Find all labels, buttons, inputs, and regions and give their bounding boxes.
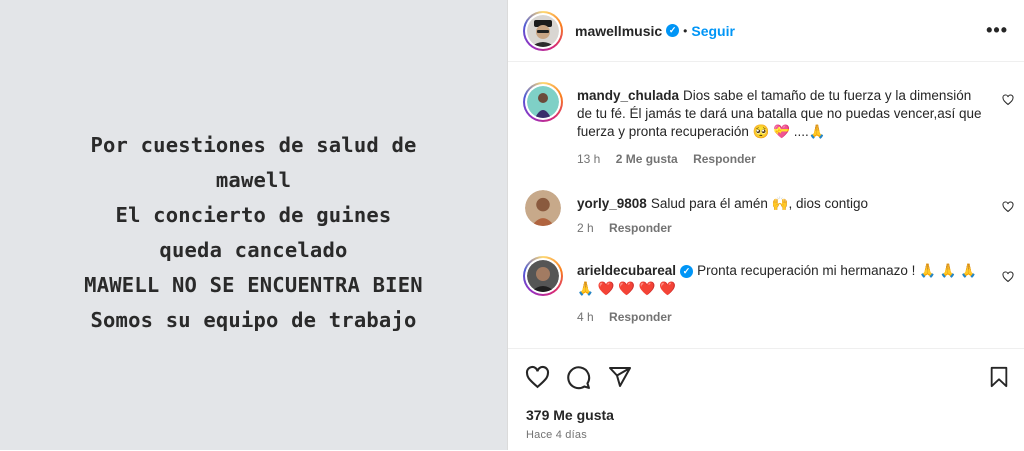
comment-username[interactable]: yorly_9808 <box>577 196 647 211</box>
comment-time: 4 h <box>577 310 594 324</box>
post-side-panel: mawellmusic ✓ • Seguir ••• mandy_chulada… <box>508 0 1024 450</box>
header-info: mawellmusic ✓ • Seguir <box>575 23 735 39</box>
story-line: MAWELL NO SE ENCUENTRA BIEN <box>84 273 423 297</box>
story-line: mawell <box>215 168 292 192</box>
post-image[interactable]: Por cuestiones de salud de mawell El con… <box>0 0 508 450</box>
heart-icon[interactable] <box>1002 94 1014 106</box>
comment-body: yorly_9808 Salud para él amén 🙌, dios con… <box>577 195 982 213</box>
like-count[interactable]: 379 Me gusta <box>526 407 614 423</box>
comment-meta: 13 h 2 Me gusta Responder <box>577 152 768 166</box>
save-icon[interactable] <box>988 365 1010 389</box>
post-actions: 379 Me gusta Hace 4 días <box>508 348 1024 451</box>
verified-icon: ✓ <box>666 24 680 37</box>
commenter-avatar[interactable] <box>525 190 561 226</box>
instagram-post: Por cuestiones de salud de mawell El con… <box>0 0 1024 450</box>
comment-username[interactable]: mandy_chulada <box>577 88 679 103</box>
commenter-avatar-image <box>527 260 559 292</box>
comment-time: 2 h <box>577 221 594 235</box>
comment-username[interactable]: arieldecubareal <box>577 263 676 278</box>
post-image-text: Por cuestiones de salud de mawell El con… <box>0 128 507 338</box>
heart-icon[interactable] <box>1002 271 1014 283</box>
author-username[interactable]: mawellmusic <box>575 23 662 39</box>
comment-meta: 2 h Responder <box>577 221 684 235</box>
more-icon[interactable]: ••• <box>986 20 1008 41</box>
story-line: Somos su equipo de trabajo <box>90 308 417 332</box>
share-icon[interactable] <box>608 365 632 389</box>
commenter-avatar[interactable] <box>523 82 563 122</box>
reply-button[interactable]: Responder <box>693 152 756 166</box>
follow-button[interactable]: Seguir <box>691 23 735 39</box>
comment-likes[interactable]: 2 Me gusta <box>616 152 678 166</box>
commenter-avatar[interactable] <box>523 256 563 296</box>
comment-icon[interactable] <box>566 365 591 390</box>
post-timestamp: Hace 4 días <box>526 429 587 441</box>
like-heart-icon[interactable] <box>525 365 550 390</box>
story-line: queda cancelado <box>159 238 348 262</box>
reply-button[interactable]: Responder <box>609 221 672 235</box>
comment-time: 13 h <box>577 152 601 166</box>
heart-icon[interactable] <box>1002 201 1014 213</box>
comment-body: arieldecubareal ✓ Pronta recuperación mi h… <box>577 262 982 298</box>
commenter-avatar-image <box>527 86 559 118</box>
author-avatar[interactable] <box>523 10 563 51</box>
header-separator: • <box>683 23 688 38</box>
story-line: El concierto de guines <box>115 203 392 227</box>
commenter-avatar-image <box>525 190 561 226</box>
comment-body: mandy_chulada Dios sabe el tamaño de tu f… <box>577 87 982 141</box>
verified-icon: ✓ <box>680 264 694 278</box>
comment-text: Salud para él amén 🙌, dios contigo <box>650 196 868 211</box>
author-avatar-image <box>527 14 559 47</box>
post-header: mawellmusic ✓ • Seguir ••• <box>508 0 1024 62</box>
story-line: Por cuestiones de salud de <box>90 133 417 157</box>
reply-button[interactable]: Responder <box>609 310 672 324</box>
comment-meta: 4 h Responder <box>577 310 684 324</box>
